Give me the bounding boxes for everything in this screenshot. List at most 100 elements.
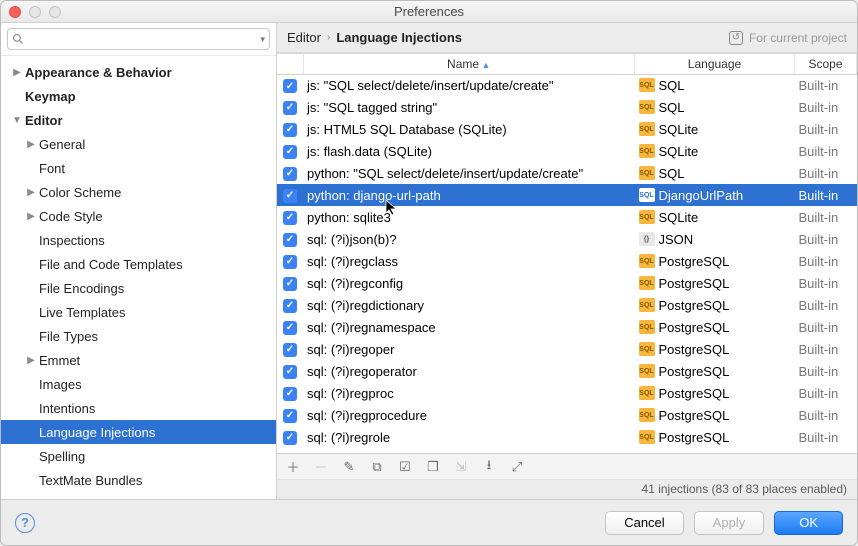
table-row[interactable]: python: sqlite3SQLSQLiteBuilt-in — [277, 206, 857, 228]
language-icon: SQL — [639, 188, 655, 202]
row-checkbox[interactable] — [283, 211, 297, 225]
cancel-button[interactable]: Cancel — [605, 511, 683, 535]
sidebar-item-file-and-code-templates[interactable]: File and Code Templates — [1, 252, 276, 276]
table-row[interactable]: js: flash.data (SQLite)SQLSQLiteBuilt-in — [277, 140, 857, 162]
row-checkbox[interactable] — [283, 79, 297, 93]
row-scope: Built-in — [795, 140, 857, 162]
row-language: JSON — [659, 232, 694, 247]
row-name: python: sqlite3 — [303, 206, 635, 228]
row-scope: Built-in — [795, 294, 857, 316]
sidebar-item-file-encodings[interactable]: File Encodings — [1, 276, 276, 300]
table-row[interactable]: sql: (?i)regconfigSQLPostgreSQLBuilt-in — [277, 272, 857, 294]
edit-icon[interactable]: ✎ — [341, 459, 357, 475]
table-row[interactable]: js: HTML5 SQL Database (SQLite)SQLSQLite… — [277, 118, 857, 140]
sidebar-item-color-scheme[interactable]: ▶Color Scheme — [1, 180, 276, 204]
row-checkbox[interactable] — [283, 145, 297, 159]
sidebar-item-keymap[interactable]: Keymap — [1, 84, 276, 108]
table-row[interactable]: sql: (?i)regroleSQLPostgreSQLBuilt-in — [277, 426, 857, 448]
injections-table[interactable]: Name Language Scope js: "SQL select/dele… — [277, 53, 857, 453]
sidebar-item-language-injections[interactable]: Language Injections — [1, 420, 276, 444]
table-row[interactable]: js: "SQL select/delete/insert/update/cre… — [277, 74, 857, 96]
table-row[interactable]: sql: (?i)json(b)?{}JSONBuilt-in — [277, 228, 857, 250]
table-row[interactable]: python: "SQL select/delete/insert/update… — [277, 162, 857, 184]
breadcrumb-parent[interactable]: Editor — [287, 30, 321, 45]
row-checkbox[interactable] — [283, 343, 297, 357]
table-row[interactable]: sql: (?i)regclassSQLPostgreSQLBuilt-in — [277, 250, 857, 272]
sidebar-item-textmate-bundles[interactable]: TextMate Bundles — [1, 468, 276, 492]
sidebar-item-appearance-behavior[interactable]: ▶Appearance & Behavior — [1, 60, 276, 84]
sidebar-item-label: Keymap — [25, 89, 76, 104]
row-name: sql: (?i)regconfig — [303, 272, 635, 294]
table-row[interactable]: sql: (?i)regoperatorSQLPostgreSQLBuilt-i… — [277, 360, 857, 382]
sidebar-item-spelling[interactable]: Spelling — [1, 444, 276, 468]
duplicate-icon[interactable]: ❐ — [425, 459, 441, 475]
sidebar-item-live-templates[interactable]: Live Templates — [1, 300, 276, 324]
reset-icon[interactable] — [729, 31, 743, 45]
maximize-icon[interactable] — [49, 6, 61, 18]
row-checkbox[interactable] — [283, 123, 297, 137]
table-row[interactable]: sql: (?i)regnamespaceSQLPostgreSQLBuilt-… — [277, 316, 857, 338]
language-icon: SQL — [639, 78, 655, 92]
table-row[interactable]: python: django-url-pathSQLDjangoUrlPathB… — [277, 184, 857, 206]
row-checkbox[interactable] — [283, 189, 297, 203]
row-checkbox[interactable] — [283, 233, 297, 247]
enable-icon[interactable]: ☑ — [397, 459, 413, 475]
sidebar-item-todo[interactable]: TODO — [1, 492, 276, 499]
sidebar-item-font[interactable]: Font — [1, 156, 276, 180]
table-row[interactable]: sql: (?i)regprocedureSQLPostgreSQLBuilt-… — [277, 404, 857, 426]
table-row[interactable]: sql: (?i)regprocSQLPostgreSQLBuilt-in — [277, 382, 857, 404]
sidebar-item-general[interactable]: ▶General — [1, 132, 276, 156]
sidebar-item-code-style[interactable]: ▶Code Style — [1, 204, 276, 228]
sidebar-item-file-types[interactable]: File Types — [1, 324, 276, 348]
sidebar-item-inspections[interactable]: Inspections — [1, 228, 276, 252]
table-row[interactable]: sql: (?i)regoperSQLPostgreSQLBuilt-in — [277, 338, 857, 360]
row-language: PostgreSQL — [659, 320, 730, 335]
titlebar: Preferences — [1, 1, 857, 23]
help-icon[interactable]: ? — [15, 513, 35, 533]
close-icon[interactable] — [9, 6, 21, 18]
minimize-icon[interactable] — [29, 6, 41, 18]
row-checkbox[interactable] — [283, 167, 297, 181]
disclosure-icon: ▶ — [25, 187, 37, 198]
settings-tree[interactable]: ▶Appearance & Behavior Keymap ▼Editor▶Gene… — [1, 56, 276, 499]
col-language[interactable]: Language — [635, 54, 795, 74]
row-checkbox[interactable] — [283, 365, 297, 379]
row-checkbox[interactable] — [283, 299, 297, 313]
row-scope: Built-in — [795, 272, 857, 294]
remove-icon: － — [313, 459, 329, 475]
col-checkbox[interactable] — [277, 54, 303, 74]
sidebar-item-label: TextMate Bundles — [39, 473, 142, 488]
search-history-icon[interactable]: ▾ — [260, 34, 265, 45]
row-checkbox[interactable] — [283, 277, 297, 291]
export-icon[interactable]: ⤢ — [509, 459, 525, 475]
col-scope[interactable]: Scope — [795, 54, 857, 74]
sidebar-item-label: Intentions — [39, 401, 95, 416]
sidebar-item-label: Inspections — [39, 233, 105, 248]
search-input[interactable]: ▾ — [7, 28, 270, 50]
sidebar-item-label: Font — [39, 161, 65, 176]
copy-icon[interactable]: ⧉ — [369, 459, 385, 475]
ok-button[interactable]: OK — [774, 511, 843, 535]
row-name: python: "SQL select/delete/insert/update… — [303, 162, 635, 184]
sidebar-item-label: File Types — [39, 329, 98, 344]
row-checkbox[interactable] — [283, 431, 297, 445]
move-to-project-icon: ⇲ — [453, 459, 469, 475]
col-name[interactable]: Name — [303, 54, 635, 74]
sidebar-item-images[interactable]: Images — [1, 372, 276, 396]
row-checkbox[interactable] — [283, 321, 297, 335]
sidebar-item-emmet[interactable]: ▶Emmet — [1, 348, 276, 372]
search-field[interactable] — [28, 32, 258, 46]
import-icon[interactable]: ⭳ — [481, 459, 497, 475]
sidebar-item-intentions[interactable]: Intentions — [1, 396, 276, 420]
table-row[interactable]: js: "SQL tagged string"SQLSQLBuilt-in — [277, 96, 857, 118]
add-icon[interactable]: ＋ — [285, 459, 301, 475]
sidebar-item-editor[interactable]: ▼Editor — [1, 108, 276, 132]
row-checkbox[interactable] — [283, 409, 297, 423]
row-checkbox[interactable] — [283, 101, 297, 115]
row-scope: Built-in — [795, 206, 857, 228]
table-row[interactable]: sql: (?i)regdictionarySQLPostgreSQLBuilt… — [277, 294, 857, 316]
row-checkbox[interactable] — [283, 387, 297, 401]
language-icon: SQL — [639, 276, 655, 290]
row-checkbox[interactable] — [283, 255, 297, 269]
row-scope: Built-in — [795, 74, 857, 96]
